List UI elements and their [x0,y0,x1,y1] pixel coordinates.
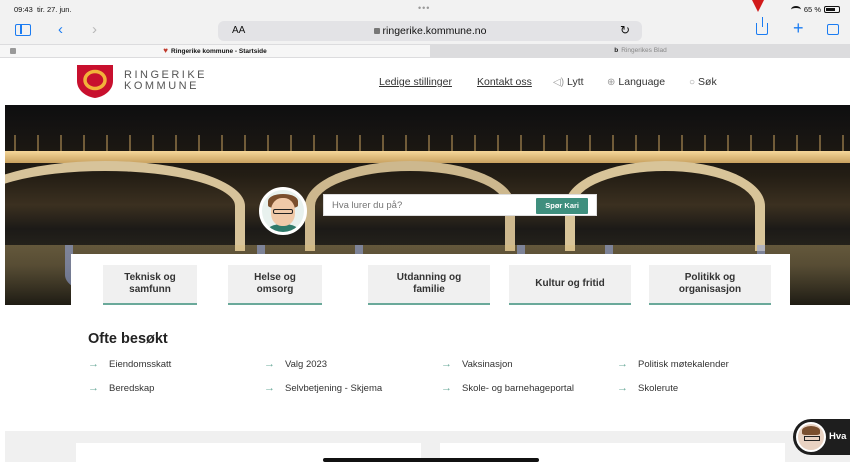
link-politisk-motekalender[interactable]: → Politisk møtekalender [617,358,729,370]
chat-label: Hva [829,431,847,442]
arrow-right-icon: → [441,358,452,370]
close-tab-icon[interactable] [10,48,16,54]
chat-avatar [796,422,826,452]
link-skole-barnehageportal[interactable]: → Skole- og barnehageportal [441,382,574,394]
chat-kari-button[interactable]: Hva [793,419,850,455]
tab-ringerikes-blad[interactable]: b Ringerikes Blad [431,45,850,57]
status-right: 65 % [790,5,840,14]
arrow-right-icon: → [88,358,99,370]
red-arrow-marker [752,0,764,12]
new-tab-icon[interactable]: + [793,19,804,37]
ios-status-bar: 09:43 tir. 27. jun. ••• 65 % [0,0,850,18]
browser-toolbar: ‹ › AA ringerike.kommune.no ↻ + [0,17,850,44]
link-eiendomsskatt[interactable]: → Eiendomsskatt [88,358,171,370]
forward-icon[interactable]: › [92,22,97,38]
section-title-ofte-besokt: Ofte besøkt [88,331,168,347]
address-bar[interactable]: AA ringerike.kommune.no ↻ [218,21,642,41]
spor-kari-button[interactable]: Spør Kari [536,198,588,214]
ringerike-shield-logo-icon[interactable] [75,63,115,99]
arrow-right-icon: → [264,358,275,370]
category-politikk[interactable]: Politikk og organisasjon [649,265,771,305]
arrow-right-icon: → [617,382,628,394]
share-icon[interactable] [756,17,768,35]
reload-icon[interactable]: ↻ [620,23,630,37]
site-header: RINGERIKE KOMMUNE Ledige stillinger Kont… [0,58,850,105]
arrow-right-icon: → [88,382,99,394]
link-vaksinasjon[interactable]: → Vaksinasjon [441,358,513,370]
speaker-icon: ◁) [553,77,565,88]
back-icon[interactable]: ‹ [58,22,63,38]
link-valg-2023[interactable]: → Valg 2023 [264,358,327,370]
arrow-right-icon: → [264,382,275,394]
nav-ledige-stillinger[interactable]: Ledige stillinger [379,76,452,88]
arrow-right-icon: → [441,382,452,394]
battery-percent: 65 % [803,5,821,14]
globe-icon: ⊕ [607,77,616,88]
search-icon: ○ [689,77,696,88]
category-teknisk[interactable]: Teknisk og samfunn [103,265,197,305]
wifi-icon [790,6,801,13]
kari-avatar [259,187,307,235]
url-display[interactable]: ringerike.kommune.no [218,25,642,37]
category-kultur[interactable]: Kultur og fritid [509,265,631,305]
battery-icon [824,6,840,13]
arrow-right-icon: → [617,358,628,370]
link-skolerute[interactable]: → Skolerute [617,382,678,394]
category-helse[interactable]: Helse og omsorg [228,265,322,305]
kari-search-box: Spør Kari [323,194,597,216]
tab-bar: ♥ Ringerike kommune - Startside b Ringerik… [0,44,850,58]
kari-search-input[interactable] [332,200,532,211]
sidebar-icon[interactable] [15,24,31,36]
status-time: 09:43 tir. 27. jun. [14,5,72,14]
favicon-heart-icon: ♥ [163,46,168,55]
nav-search[interactable]: ○ Søk [689,76,717,88]
lock-icon [373,28,380,34]
nav-lytt[interactable]: ◁) Lytt [553,76,584,88]
home-indicator[interactable] [323,458,539,462]
nav-kontakt-oss[interactable]: Kontakt oss [477,76,532,88]
category-utdanning[interactable]: Utdanning og familie [368,265,490,305]
logo-wordmark[interactable]: RINGERIKE KOMMUNE [124,70,207,92]
favicon-b-icon: b [614,47,619,54]
link-selvbetjening[interactable]: → Selvbetjening - Skjema [264,382,382,394]
tabs-overview-icon[interactable] [827,24,839,35]
nav-language[interactable]: ⊕ Language [607,76,665,88]
tab-ringerike[interactable]: ♥ Ringerike kommune - Startside [0,45,430,57]
multitasking-dots[interactable]: ••• [418,3,430,13]
link-beredskap[interactable]: → Beredskap [88,382,154,394]
